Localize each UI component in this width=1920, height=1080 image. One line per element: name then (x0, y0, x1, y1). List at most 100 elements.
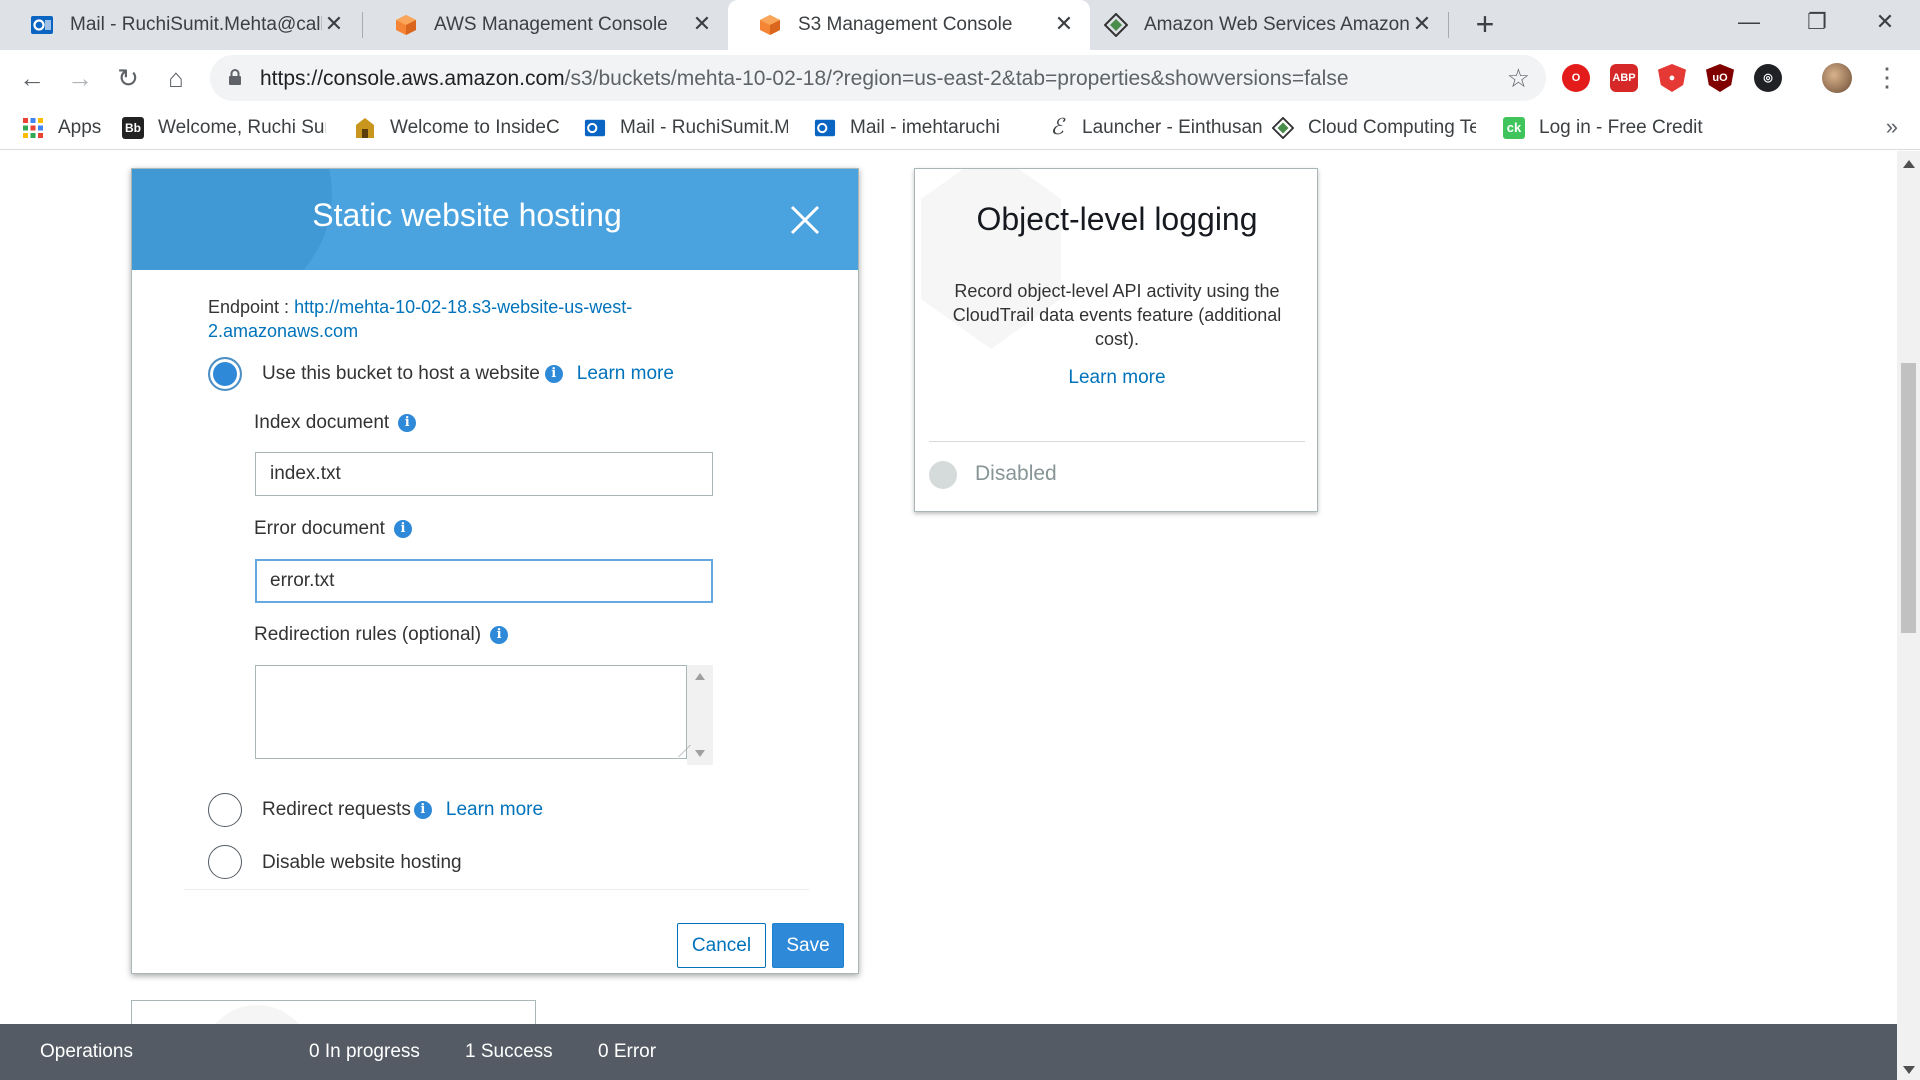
close-tab-icon[interactable]: ✕ (1052, 13, 1076, 37)
operations-error: 0 Error (598, 1041, 657, 1062)
redirect-requests-radio[interactable] (208, 793, 242, 827)
disable-hosting-radio[interactable] (208, 845, 242, 879)
host-website-option: Use this bucket to host a website i Lear… (262, 363, 674, 385)
page-content: Static website hosting Endpoint : http:/… (0, 151, 1897, 1024)
info-icon[interactable]: i (393, 520, 412, 538)
operations-status-bar[interactable]: Operations 0 In progress 1 Success 0 Err… (0, 1024, 1897, 1080)
status-indicator-icon (929, 461, 957, 489)
outlook-icon (584, 119, 606, 137)
bookmark-mail-outlook[interactable]: Mail - imehtaruchi@outlook (814, 106, 1000, 150)
info-icon[interactable]: i (544, 365, 563, 383)
bookmarks-overflow-icon[interactable]: » (1886, 114, 1898, 140)
properties-card-partial[interactable] (131, 1000, 536, 1024)
dialog-title: Static website hosting (312, 197, 622, 233)
browser-tab-strip: Mail - RuchiSumit.Mehta@calbaptist.edu ✕… (0, 0, 1920, 50)
aws-cube-icon (760, 15, 780, 35)
page-scrollbar[interactable] (1897, 151, 1920, 1080)
host-learn-more-link[interactable]: Learn more (577, 363, 674, 385)
restore-window-button[interactable]: ❐ (1782, 0, 1852, 44)
bookmark-star-icon[interactable]: ☆ (1507, 63, 1530, 94)
cbu-icon (356, 118, 374, 138)
info-icon[interactable]: i (490, 626, 509, 644)
browser-tab-mail[interactable]: Mail - RuchiSumit.Mehta@calbaptist.edu ✕ (0, 0, 360, 50)
close-tab-icon[interactable]: ✕ (1410, 13, 1434, 37)
minimize-window-button[interactable]: — (1714, 0, 1784, 44)
close-tab-icon[interactable]: ✕ (690, 13, 714, 37)
tab-title: Amazon Web Services Amazon S3 (1144, 14, 1410, 35)
bookmark-label: Mail - imehtaruchi@outlook (850, 117, 1000, 138)
error-document-label-row: Error document i (254, 518, 412, 540)
scroll-up-arrow-icon[interactable] (1903, 160, 1915, 168)
ublock-extension-icon[interactable]: uO (1706, 64, 1734, 92)
info-icon[interactable]: i (398, 414, 417, 432)
tab-separator (362, 12, 363, 38)
bookmark-cloud-computing[interactable]: Cloud Computing Tech (1272, 106, 1476, 150)
address-bar[interactable]: https://console.aws.amazon.com/s3/bucket… (210, 55, 1546, 101)
browser-tab-aws-console[interactable]: AWS Management Console ✕ (364, 0, 728, 50)
bookmark-label: Welcome, Ruchi Sumit (158, 117, 326, 138)
browser-menu-icon[interactable]: ⋮ (1874, 62, 1900, 92)
camera-extension-icon[interactable]: ◎ (1754, 64, 1782, 92)
shield-extension-icon[interactable]: ● (1658, 64, 1686, 92)
bookmark-mail-calbaptist[interactable]: Mail - RuchiSumit.Mehta (584, 106, 788, 150)
aws-cube-icon (396, 15, 416, 35)
scroll-down-arrow-icon[interactable] (695, 750, 705, 757)
logging-learn-more-link[interactable]: Learn more (915, 367, 1317, 389)
scrollbar-thumb[interactable] (1901, 363, 1916, 633)
scroll-up-arrow-icon[interactable] (695, 673, 705, 680)
card-description: Record object-level API activity using t… (952, 281, 1282, 349)
close-icon[interactable] (788, 203, 822, 237)
object-level-logging-card[interactable]: Object-level logging Record object-level… (914, 168, 1318, 512)
bookmark-label: Log in - Free Credit Score (1539, 117, 1707, 138)
diamond-icon (1272, 117, 1294, 139)
browser-tab-amazon-s3[interactable]: Amazon Web Services Amazon S3 ✕ (1090, 0, 1448, 50)
back-icon[interactable]: ← (14, 60, 50, 96)
bookmark-credit-karma[interactable]: ck Log in - Free Credit Score (1503, 106, 1707, 150)
einthusan-icon: ℰ (1050, 115, 1064, 140)
cancel-button[interactable]: Cancel (677, 923, 766, 968)
forward-icon[interactable]: → (62, 60, 98, 96)
new-tab-button[interactable]: + (1468, 8, 1502, 42)
url-text: https://console.aws.amazon.com/s3/bucket… (260, 67, 1349, 91)
redirection-rules-textarea[interactable] (255, 665, 687, 759)
error-document-label: Error document (254, 518, 385, 539)
browser-tab-s3-console[interactable]: S3 Management Console ✕ (728, 0, 1090, 50)
save-button[interactable]: Save (772, 923, 844, 968)
operations-label[interactable]: Operations (40, 1041, 133, 1063)
url-path: /s3/buckets/mehta-10-02-18/?region=us-ea… (564, 67, 1349, 90)
host-website-label: Use this bucket to host a website (262, 363, 540, 384)
host-website-radio[interactable] (208, 357, 242, 391)
close-tab-icon[interactable]: ✕ (322, 13, 346, 37)
error-document-input[interactable] (255, 559, 713, 603)
card-title: Object-level logging (976, 201, 1258, 237)
bookmark-insidecbu[interactable]: Welcome to InsideCBU (354, 106, 560, 150)
redirection-rules-label-row: Redirection rules (optional) i (254, 624, 509, 646)
bookmark-einthusan[interactable]: ℰ Launcher - Einthusan (1046, 106, 1263, 150)
redirection-rules-label: Redirection rules (optional) (254, 624, 482, 645)
bookmark-label: Apps (58, 117, 102, 138)
adblock-extension-icon[interactable]: ABP (1610, 64, 1638, 92)
textarea-scrollbar[interactable] (687, 665, 713, 765)
close-window-button[interactable]: ✕ (1850, 0, 1920, 44)
bookmark-apps[interactable]: Apps (22, 106, 101, 150)
disable-hosting-option: Disable website hosting (262, 852, 462, 874)
browser-toolbar: ← → ↻ ⌂ https://console.aws.amazon.com/s… (0, 50, 1920, 106)
url-host: https://console.aws.amazon.com (260, 67, 565, 90)
diamond-icon (1104, 13, 1128, 37)
dialog-header: Static website hosting (132, 169, 858, 270)
scroll-down-arrow-icon[interactable] (1903, 1066, 1915, 1074)
bookmark-label: Launcher - Einthusan (1082, 117, 1263, 138)
profile-avatar[interactable] (1822, 63, 1852, 93)
index-document-input[interactable] (255, 452, 713, 496)
endpoint-label: Endpoint : (208, 297, 295, 317)
reload-icon[interactable]: ↻ (110, 60, 146, 96)
redirect-learn-more-link[interactable]: Learn more (446, 799, 543, 821)
home-icon[interactable]: ⌂ (158, 60, 194, 96)
opera-extension-icon[interactable]: O (1562, 64, 1590, 92)
bookmark-blackboard[interactable]: Bb Welcome, Ruchi Sumit (122, 106, 326, 150)
outlook-icon (814, 119, 836, 137)
info-icon[interactable]: i (413, 801, 432, 819)
index-document-label-row: Index document i (254, 412, 417, 434)
logging-status: Disabled (975, 462, 1057, 485)
static-website-hosting-dialog: Static website hosting Endpoint : http:/… (131, 168, 859, 974)
